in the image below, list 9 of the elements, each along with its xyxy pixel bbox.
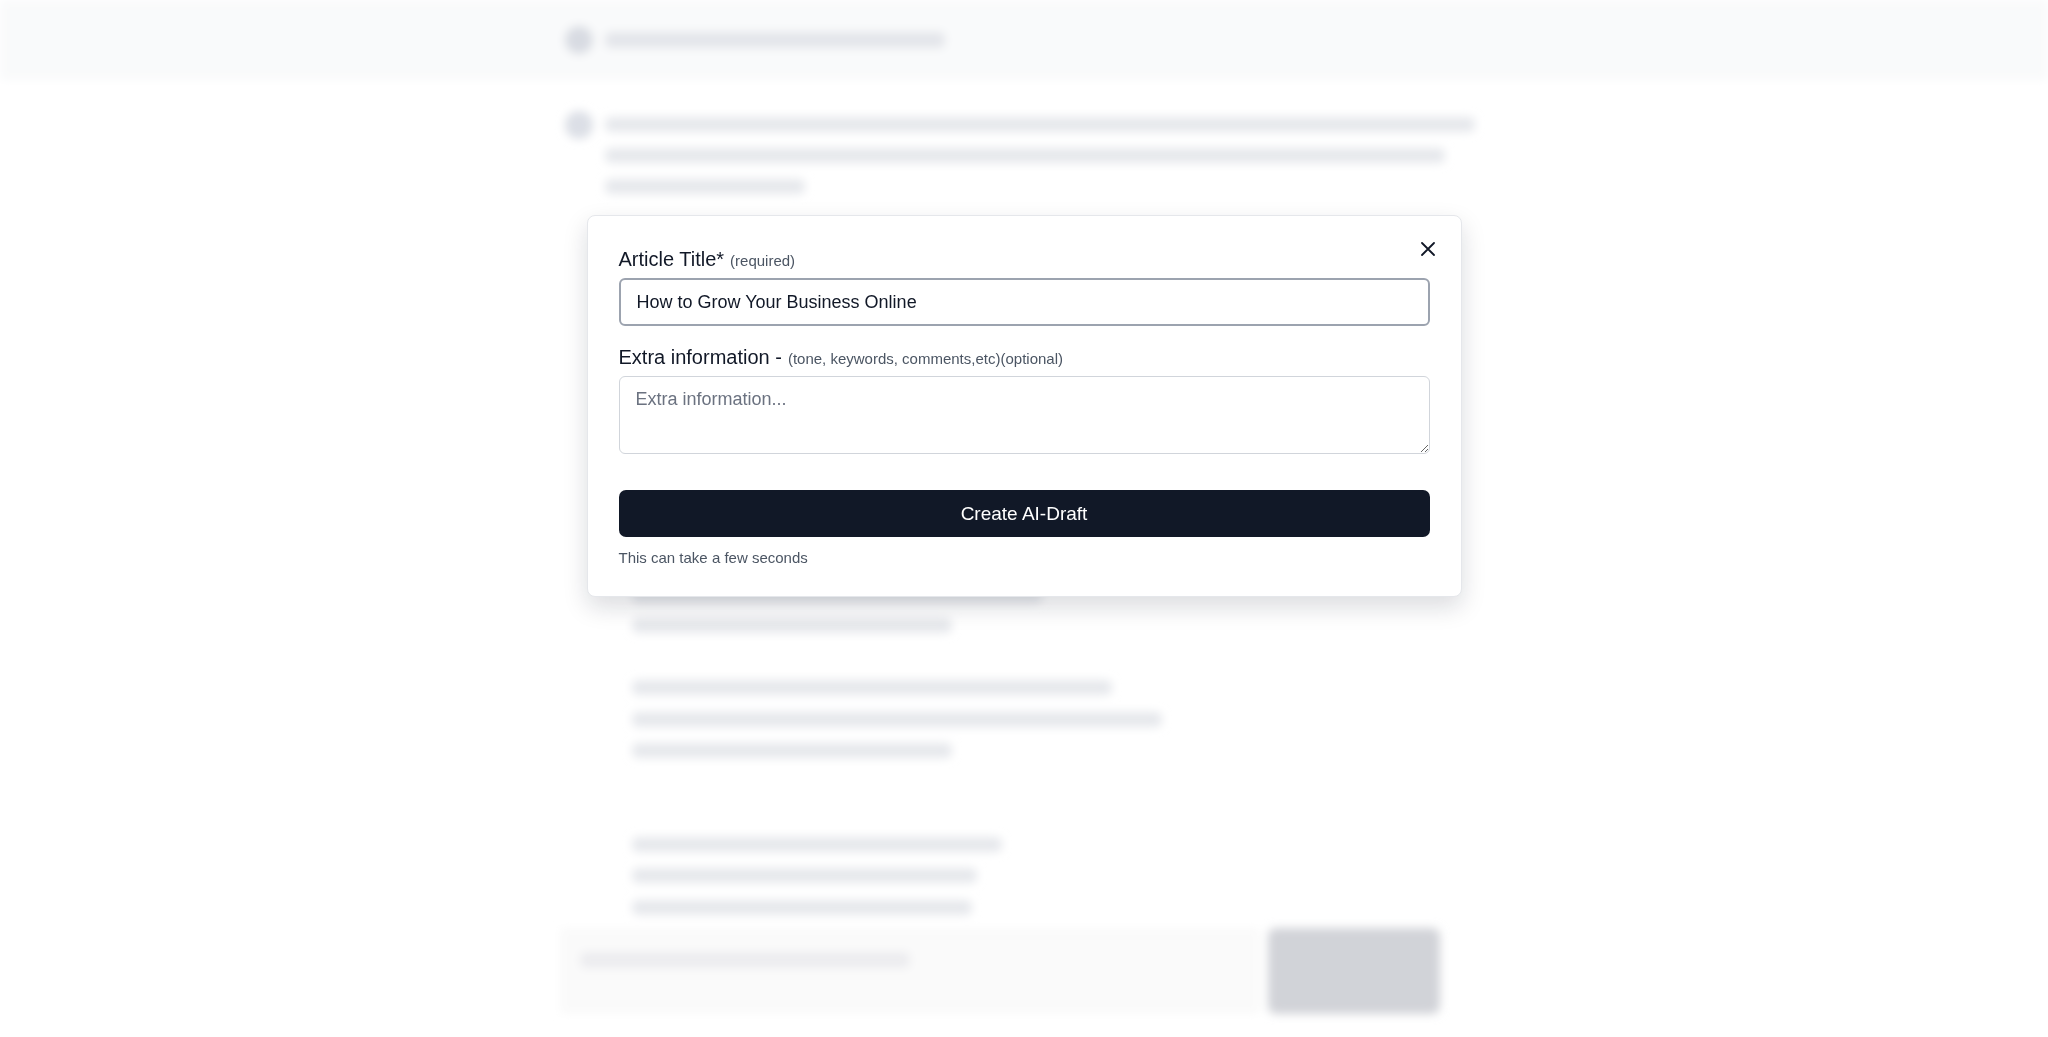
create-draft-button[interactable]: Create AI-Draft xyxy=(618,490,1430,537)
extra-info-field[interactable]: Extra information... xyxy=(618,376,1430,454)
close-icon xyxy=(1419,241,1436,257)
field-label: Extra information - xyxy=(618,346,782,369)
field-label: Article Title* xyxy=(618,248,725,271)
field-hint: (tone, keywords, comments,etc)(optional) xyxy=(787,350,1063,367)
helper-text: This can take a few seconds xyxy=(618,549,809,566)
field-hint: (required) xyxy=(730,252,796,269)
title-input-field[interactable]: How to Grow Your Business Online xyxy=(618,278,1430,326)
